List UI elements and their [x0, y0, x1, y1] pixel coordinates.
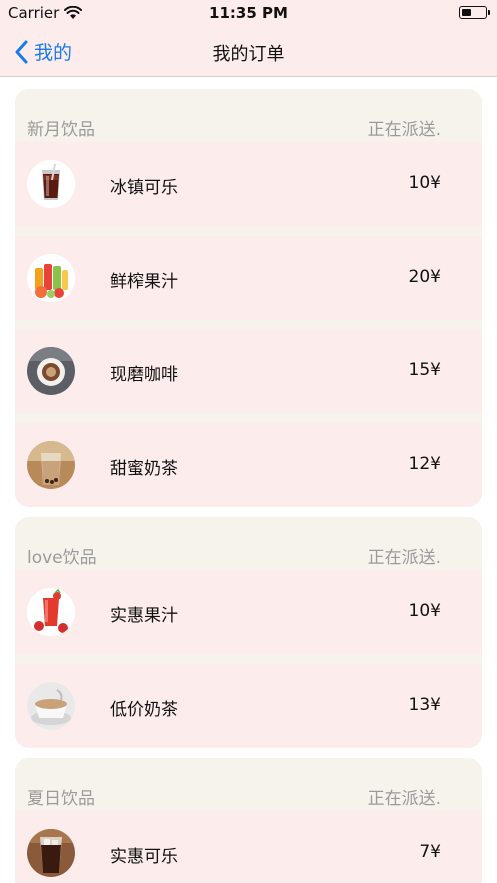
product-name: 冰镇可乐: [110, 178, 178, 198]
iced-cola-icon: [27, 829, 75, 877]
delivery-status: 正在派送.: [367, 789, 441, 809]
order-card: 新月饮品 正在派送. 冰镇可乐 10¥ 鲜榨果汁 20¥ 现磨咖啡 15¥ 甜蜜…: [15, 89, 482, 507]
cola-glass-icon: [27, 160, 75, 208]
row-divider: [15, 413, 482, 423]
delivery-status: 正在派送.: [367, 548, 441, 568]
row-divider: [15, 654, 482, 664]
product-name: 实惠果汁: [110, 606, 178, 626]
order-card: love饮品 正在派送. 实惠果汁 10¥ 低价奶茶 13¥: [15, 517, 482, 748]
product-price: 15¥: [408, 360, 441, 380]
coffee-cup-icon: [27, 347, 75, 395]
status-bar: Carrier 11:35 PM: [0, 0, 497, 26]
order-card: 夏日饮品 正在派送. 实惠可乐 7¥: [15, 758, 482, 883]
row-divider: [15, 226, 482, 236]
product-price: 20¥: [408, 266, 441, 287]
navigation-bar: 我的 我的订单: [0, 26, 497, 77]
order-header: 新月饮品 正在派送.: [15, 89, 482, 142]
shop-name: 新月饮品: [27, 120, 95, 140]
order-item[interactable]: 实惠可乐 7¥: [15, 811, 482, 883]
shop-name: love饮品: [27, 548, 97, 568]
product-price: 13¥: [408, 694, 441, 715]
clock: 11:35 PM: [209, 4, 288, 22]
strawberry-juice-icon: [27, 588, 75, 636]
fresh-juice-icon: [27, 253, 75, 302]
product-name: 实惠可乐: [110, 847, 178, 867]
product-name: 低价奶茶: [110, 699, 178, 720]
battery-icon: [459, 6, 490, 19]
product-name: 鲜榨果汁: [110, 271, 178, 292]
page-title: 我的订单: [212, 44, 285, 65]
order-item[interactable]: 甜蜜奶茶 12¥: [15, 422, 482, 507]
order-header: love饮品 正在派送.: [15, 517, 482, 570]
product-price: 12¥: [408, 453, 441, 474]
order-item[interactable]: 实惠果汁 10¥: [15, 570, 482, 654]
order-item[interactable]: 低价奶茶 13¥: [15, 663, 482, 748]
delivery-status: 正在派送.: [367, 120, 441, 140]
milk-tea-icon: [27, 440, 75, 489]
product-name: 现磨咖啡: [110, 365, 178, 385]
shop-name: 夏日饮品: [27, 789, 95, 809]
order-item[interactable]: 现磨咖啡 15¥: [15, 329, 482, 413]
order-header: 夏日饮品 正在派送.: [15, 758, 482, 811]
row-divider: [15, 319, 482, 329]
product-price: 10¥: [408, 601, 441, 621]
order-item[interactable]: 鲜榨果汁 20¥: [15, 235, 482, 320]
tea-cup-icon: [27, 681, 75, 730]
product-name: 甜蜜奶茶: [110, 458, 178, 479]
order-item[interactable]: 冰镇可乐 10¥: [15, 142, 482, 226]
product-price: 10¥: [408, 173, 441, 193]
product-price: 7¥: [419, 842, 441, 862]
